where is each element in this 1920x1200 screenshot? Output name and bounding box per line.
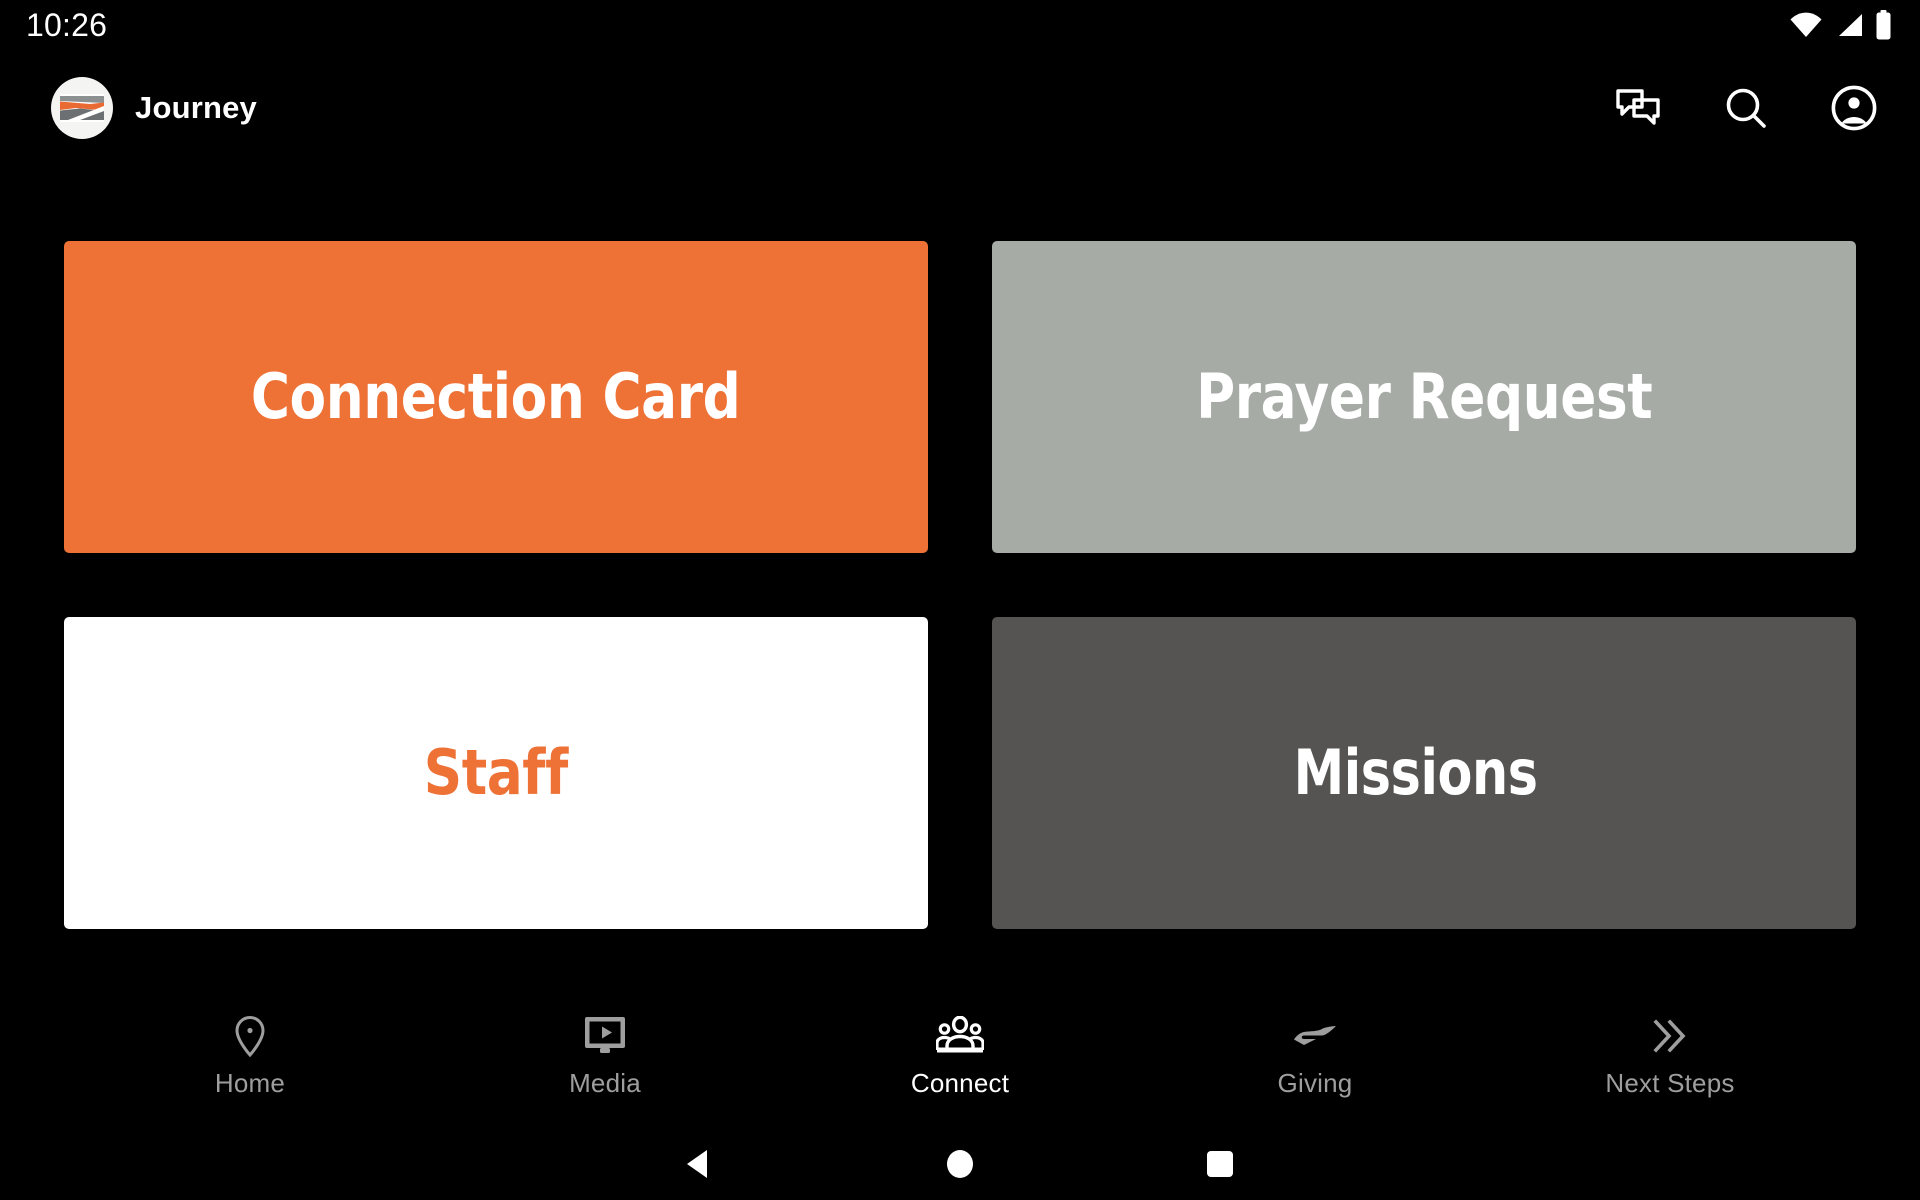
tile-label: Staff <box>423 736 569 809</box>
circle-icon <box>945 1148 975 1180</box>
tile-connection-card[interactable]: Connection Card <box>64 241 928 553</box>
nav-label: Connect <box>910 1068 1010 1098</box>
location-pin-icon <box>233 1014 267 1058</box>
nav-label: Home <box>214 1068 286 1098</box>
tile-missions[interactable]: Missions <box>992 617 1856 929</box>
battery-icon <box>1875 10 1892 40</box>
android-system-navigation-bar <box>0 1128 1920 1200</box>
nav-item-giving[interactable]: Giving <box>1205 1014 1425 1096</box>
square-icon <box>1205 1148 1235 1180</box>
messages-icon <box>1615 87 1661 129</box>
nav-item-home[interactable]: Home <box>140 1014 360 1096</box>
bottom-navigation-bar: Home Media Connect Giving Next Steps <box>0 1000 1920 1128</box>
nav-item-next-steps[interactable]: Next Steps <box>1560 1014 1780 1096</box>
tile-label: Connection Card <box>251 360 741 433</box>
nav-item-media[interactable]: Media <box>495 1014 715 1096</box>
tile-prayer-request[interactable]: Prayer Request <box>992 241 1856 553</box>
media-screen-play-icon <box>583 1014 627 1058</box>
search-icon <box>1724 86 1768 130</box>
account-circle-icon-button[interactable] <box>1828 82 1880 134</box>
search-icon-button[interactable] <box>1720 82 1772 134</box>
journey-logo-icon <box>51 76 113 139</box>
wifi-icon <box>1789 12 1823 38</box>
account-circle-icon <box>1831 85 1877 131</box>
nav-label: Giving <box>1277 1068 1353 1098</box>
android-back-button[interactable] <box>570 1128 830 1200</box>
triangle-left-icon <box>685 1148 715 1180</box>
nav-item-connect[interactable]: Connect <box>850 1014 1070 1096</box>
status-bar: 10:26 <box>0 0 1920 50</box>
nav-label: Next Steps <box>1605 1068 1735 1098</box>
tile-label: Prayer Request <box>1195 360 1653 433</box>
brand[interactable]: Journey <box>51 76 257 139</box>
status-bar-clock: 10:26 <box>26 7 108 43</box>
tile-grid: Connection Card Prayer Request Staff Mis… <box>64 241 1856 929</box>
tile-staff[interactable]: Staff <box>64 617 928 929</box>
tile-label: Missions <box>1293 736 1538 809</box>
brand-title: Journey <box>135 90 257 125</box>
cellular-signal-icon <box>1834 12 1864 38</box>
android-recents-button[interactable] <box>1090 1128 1350 1200</box>
status-bar-icons <box>1789 10 1892 40</box>
android-home-button[interactable] <box>830 1128 1090 1200</box>
giving-hand-icon <box>1291 1014 1339 1058</box>
people-group-icon <box>936 1014 984 1058</box>
app-bar-actions <box>1612 82 1890 134</box>
messages-icon-button[interactable] <box>1612 82 1664 134</box>
nav-label: Media <box>569 1068 641 1098</box>
app-bar: Journey <box>0 50 1920 165</box>
double-chevron-right-icon <box>1648 1014 1692 1058</box>
